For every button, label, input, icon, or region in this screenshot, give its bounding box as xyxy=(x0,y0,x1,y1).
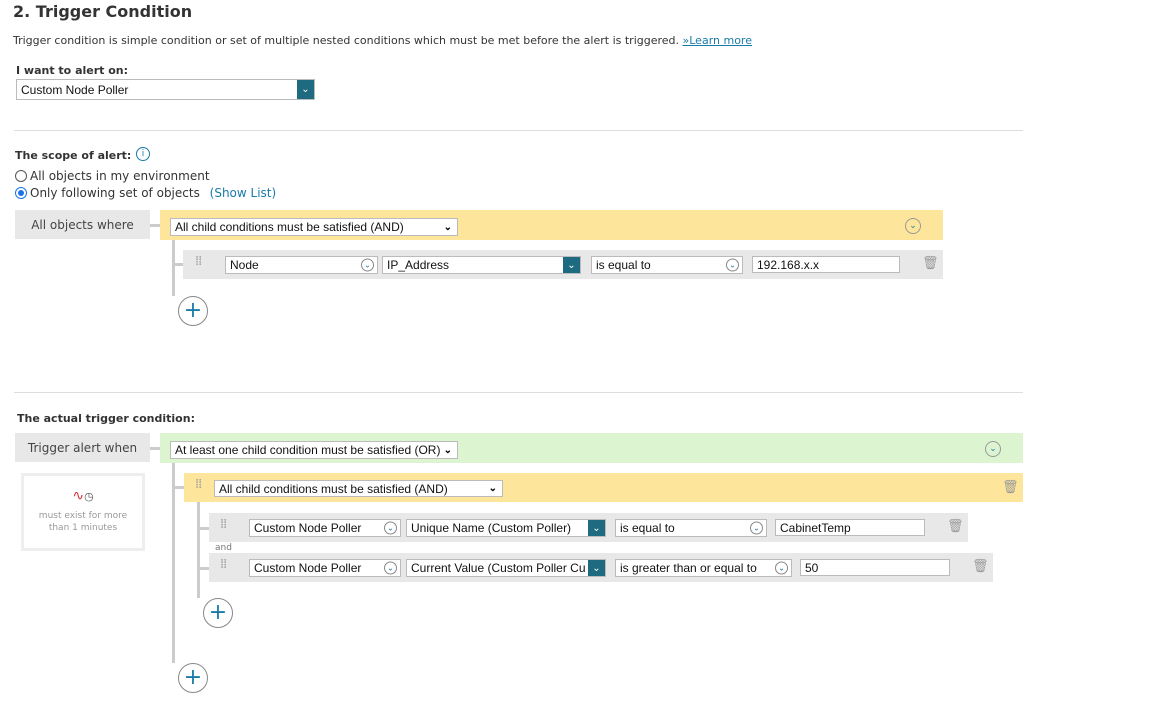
chevron-down-icon: ⌄ xyxy=(750,521,763,535)
chevron-down-icon: ⌄ xyxy=(443,444,452,456)
connector xyxy=(200,527,209,530)
radio-label: All objects in my environment xyxy=(30,169,210,183)
operator-select[interactable]: is equal to ⌄ xyxy=(591,256,743,274)
scope-label: The scope of alert: xyxy=(15,149,132,162)
where-label: All objects where xyxy=(15,210,150,239)
scope-group-operator-select[interactable]: All child conditions must be satisfied (… xyxy=(170,218,458,236)
collapse-chevron-icon[interactable]: ⌄ xyxy=(985,441,1001,457)
scope-condition-row: ⁞⁞ Node ⌄ IP_Address ⌄ is equal to ⌄ 192.16… xyxy=(183,250,943,279)
duration-box[interactable]: ∿◷ must exist for more than 1 minutes xyxy=(21,473,145,551)
drag-handle-icon[interactable]: ⁞⁞ xyxy=(195,255,203,268)
section-description: Trigger condition is simple condition or… xyxy=(13,34,752,47)
chevron-down-icon: ⌄ xyxy=(588,520,605,536)
drag-handle-icon[interactable]: ⁞⁞ xyxy=(220,518,228,531)
tree-line xyxy=(172,240,175,296)
value-input[interactable]: 192.168.x.x xyxy=(752,256,900,273)
alert-on-select[interactable]: Custom Node Poller ⌄ xyxy=(16,79,315,100)
add-subcondition-button[interactable]: + xyxy=(203,598,233,628)
learn-more-link[interactable]: »Learn more xyxy=(683,34,752,47)
alert-on-label: I want to alert on: xyxy=(16,64,129,77)
trigger-label: The actual trigger condition: xyxy=(17,412,195,425)
sustained-condition-icon: ∿◷ xyxy=(72,488,94,504)
trash-icon[interactable]: 🗑 xyxy=(972,559,989,574)
trash-icon[interactable]: 🗑 xyxy=(922,256,939,271)
radio-label: Only following set of objects xyxy=(30,186,200,200)
chevron-down-icon: ⌄ xyxy=(563,257,580,273)
trigger-group-operator-select[interactable]: At least one child condition must be sat… xyxy=(170,441,458,459)
select-value: Current Value (Custom Poller Cu xyxy=(411,561,586,575)
connector xyxy=(150,224,160,227)
select-value: is greater than or equal to xyxy=(620,561,757,575)
trash-icon[interactable]: 🗑 xyxy=(1002,480,1019,495)
tree-line xyxy=(197,502,200,598)
select-value: IP_Address xyxy=(387,258,450,272)
field-select[interactable]: IP_Address ⌄ xyxy=(382,256,581,274)
object-select[interactable]: Custom Node Poller ⌄ xyxy=(249,559,401,577)
show-list-link[interactable]: (Show List) xyxy=(210,186,277,200)
trigger-condition-row: ⁞⁞ Custom Node Poller ⌄ Current Value (Cu… xyxy=(209,553,993,582)
chevron-down-icon: ⌄ xyxy=(488,483,497,494)
select-value: Custom Node Poller xyxy=(254,561,362,575)
select-value: All child conditions must be satisfied (… xyxy=(175,220,404,234)
value-input[interactable]: CabinetTemp xyxy=(775,519,925,536)
connector xyxy=(175,263,183,266)
field-select[interactable]: Current Value (Custom Poller Cu ⌄ xyxy=(406,559,606,577)
and-joiner: and xyxy=(215,543,232,553)
duration-text: must exist for more than 1 minutes xyxy=(38,511,128,533)
divider xyxy=(14,130,1023,131)
object-select[interactable]: Node ⌄ xyxy=(225,256,378,274)
radio-all-objects[interactable]: All objects in my environment xyxy=(15,169,210,183)
connector xyxy=(200,567,209,570)
operator-select[interactable]: is greater than or equal to ⌄ xyxy=(615,559,792,577)
radio-button[interactable] xyxy=(15,170,27,182)
connector xyxy=(175,486,184,489)
value-input[interactable]: 50 xyxy=(800,559,950,576)
trigger-condition-row: ⁞⁞ Custom Node Poller ⌄ Unique Name (Cust… xyxy=(209,513,968,542)
drag-handle-icon[interactable]: ⁞⁞ xyxy=(220,558,228,571)
connector xyxy=(150,447,160,450)
field-select[interactable]: Unique Name (Custom Poller) ⌄ xyxy=(406,519,606,537)
select-value: is equal to xyxy=(596,258,651,272)
section-title: 2. Trigger Condition xyxy=(13,2,193,21)
chevron-down-icon: ⌄ xyxy=(443,221,452,233)
select-value: Unique Name (Custom Poller) xyxy=(411,521,572,535)
chevron-down-icon: ⌄ xyxy=(297,80,314,99)
radio-button-selected[interactable] xyxy=(15,187,27,199)
add-condition-button[interactable]: + xyxy=(178,663,208,693)
trigger-when-label: Trigger alert when xyxy=(15,433,150,462)
chevron-down-icon: ⌄ xyxy=(726,258,739,272)
subgroup-operator-select[interactable]: All child conditions must be satisfied (… xyxy=(214,480,503,497)
chevron-down-icon: ⌄ xyxy=(384,521,397,535)
alert-on-value: Custom Node Poller xyxy=(21,82,129,97)
input-value: 50 xyxy=(805,560,819,575)
operator-select[interactable]: is equal to ⌄ xyxy=(615,519,767,537)
select-value: At least one child condition must be sat… xyxy=(175,443,441,457)
object-select[interactable]: Custom Node Poller ⌄ xyxy=(249,519,401,537)
drag-handle-icon[interactable]: ⁞⁞ xyxy=(195,478,203,491)
chevron-down-icon: ⌄ xyxy=(588,560,605,576)
chevron-down-icon: ⌄ xyxy=(775,561,788,575)
select-value: is equal to xyxy=(620,521,675,535)
divider xyxy=(14,392,1023,393)
select-value: Custom Node Poller xyxy=(254,521,362,535)
select-value: All child conditions must be satisfied (… xyxy=(219,481,448,496)
chevron-down-icon: ⌄ xyxy=(361,258,374,272)
trash-icon[interactable]: 🗑 xyxy=(947,519,964,534)
collapse-chevron-icon[interactable]: ⌄ xyxy=(905,218,921,234)
input-value: 192.168.x.x xyxy=(757,257,820,272)
chevron-down-icon: ⌄ xyxy=(384,561,397,575)
tree-line xyxy=(172,463,175,663)
select-value: Node xyxy=(230,258,259,272)
add-condition-button[interactable]: + xyxy=(178,296,208,326)
radio-following-objects[interactable]: Only following set of objects (Show List… xyxy=(15,186,276,200)
description-text: Trigger condition is simple condition or… xyxy=(13,34,683,47)
input-value: CabinetTemp xyxy=(780,520,851,535)
info-icon[interactable]: i xyxy=(136,147,150,161)
